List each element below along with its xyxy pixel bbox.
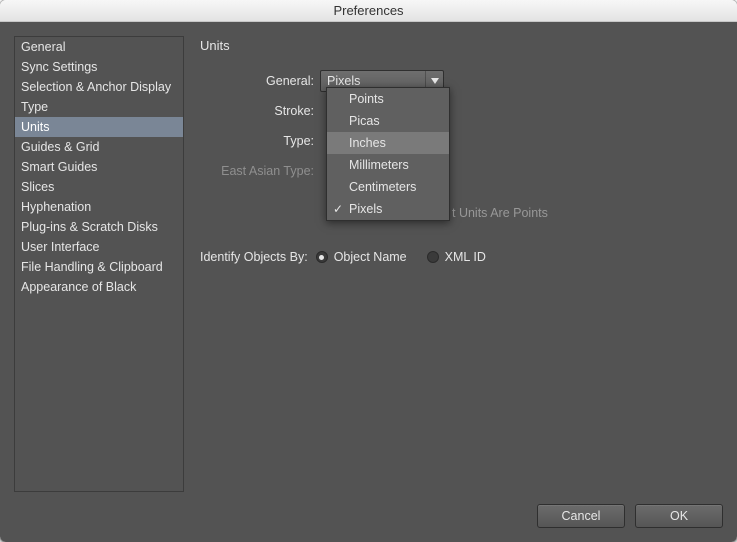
option-label: Millimeters <box>349 158 409 172</box>
dropdown-option-centimeters[interactable]: Centimeters <box>327 176 449 198</box>
sidebar-item-user-interface[interactable]: User Interface <box>15 237 183 257</box>
row-identify-objects: Identify Objects By: Object Name XML ID <box>200 250 500 264</box>
dropdown-option-picas[interactable]: Picas <box>327 110 449 132</box>
sidebar-item-units[interactable]: Units <box>15 117 183 137</box>
select-general-value: Pixels <box>327 74 360 88</box>
label-identify: Identify Objects By: <box>200 250 308 264</box>
row-stroke: Stroke: <box>200 99 723 123</box>
window-titlebar: Preferences <box>0 0 737 22</box>
radio-object-name[interactable] <box>316 251 328 263</box>
row-type: Type: <box>200 129 723 153</box>
sidebar-item-slices[interactable]: Slices <box>15 177 183 197</box>
option-label: Pixels <box>349 202 382 216</box>
units-panel: Units General: Pixels Stroke: Type: <box>200 36 723 492</box>
option-label: Centimeters <box>349 180 416 194</box>
window-body: General Sync Settings Selection & Anchor… <box>0 22 737 542</box>
label-type: Type: <box>200 134 320 148</box>
check-icon: ✓ <box>333 202 343 216</box>
dialog-footer: Cancel OK <box>14 492 723 528</box>
sidebar-item-hyphenation[interactable]: Hyphenation <box>15 197 183 217</box>
sidebar-item-general[interactable]: General <box>15 37 183 57</box>
dropdown-option-pixels[interactable]: ✓ Pixels <box>327 198 449 220</box>
option-label: Picas <box>349 114 380 128</box>
dropdown-option-inches[interactable]: Inches <box>327 132 449 154</box>
option-label: Inches <box>349 136 386 150</box>
label-east-asian: East Asian Type: <box>200 164 320 178</box>
dropdown-general-units[interactable]: Points Picas Inches Millimeters Centimet… <box>326 87 450 221</box>
sidebar-item-appearance-black[interactable]: Appearance of Black <box>15 277 183 297</box>
dropdown-option-millimeters[interactable]: Millimeters <box>327 154 449 176</box>
radio-group-identify: Object Name XML ID <box>316 250 500 264</box>
main-row: General Sync Settings Selection & Anchor… <box>14 36 723 492</box>
row-general: General: Pixels <box>200 69 723 93</box>
label-general: General: <box>200 74 320 88</box>
cancel-button[interactable]: Cancel <box>537 504 625 528</box>
window-title: Preferences <box>333 3 403 18</box>
radio-label-object-name: Object Name <box>334 250 407 264</box>
ok-button[interactable]: OK <box>635 504 723 528</box>
sidebar-item-plugins-scratch[interactable]: Plug-ins & Scratch Disks <box>15 217 183 237</box>
option-label: Points <box>349 92 384 106</box>
dropdown-option-points[interactable]: Points <box>327 88 449 110</box>
row-east-asian: East Asian Type: <box>200 159 723 183</box>
sidebar-item-selection-anchor[interactable]: Selection & Anchor Display <box>15 77 183 97</box>
sidebar-item-smart-guides[interactable]: Smart Guides <box>15 157 183 177</box>
radio-xml-id[interactable] <box>427 251 439 263</box>
sidebar-item-sync-settings[interactable]: Sync Settings <box>15 57 183 77</box>
radio-label-xml-id: XML ID <box>445 250 486 264</box>
sidebar-item-type[interactable]: Type <box>15 97 183 117</box>
sidebar-item-guides-grid[interactable]: Guides & Grid <box>15 137 183 157</box>
hint-units-are-points: t Units Are Points <box>452 206 548 220</box>
sidebar-item-file-handling[interactable]: File Handling & Clipboard <box>15 257 183 277</box>
panel-title: Units <box>200 38 723 53</box>
preferences-sidebar: General Sync Settings Selection & Anchor… <box>14 36 184 492</box>
label-stroke: Stroke: <box>200 104 320 118</box>
preferences-window: Preferences General Sync Settings Select… <box>0 0 737 542</box>
